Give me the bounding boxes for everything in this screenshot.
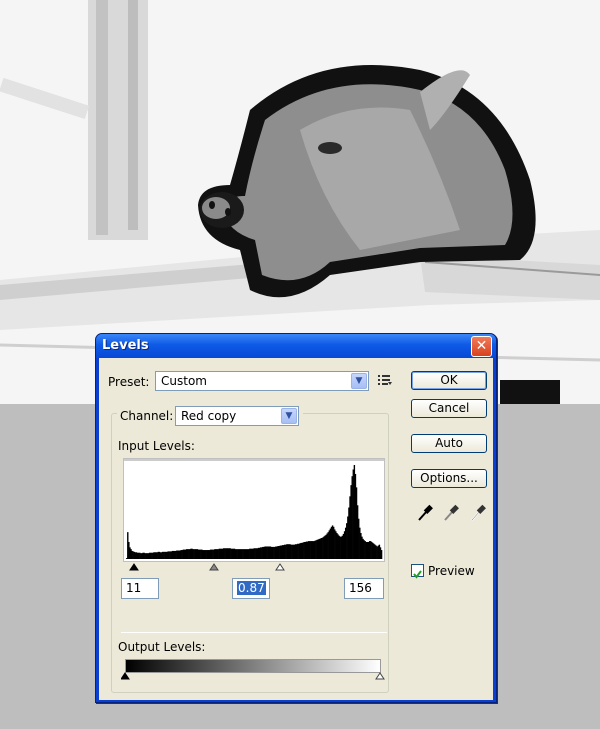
checkmark-icon — [413, 570, 422, 579]
input-gray-slider-handle[interactable] — [209, 563, 219, 571]
input-gamma-value: 0.87 — [237, 581, 266, 595]
input-levels-slider[interactable] — [123, 562, 385, 574]
input-white-slider-handle[interactable] — [275, 563, 285, 571]
channel-value: Red copy — [181, 409, 237, 423]
gray-eyedropper-icon[interactable] — [443, 504, 459, 522]
dialog-titlebar[interactable]: Levels ✕ — [96, 334, 496, 358]
channel-label: Channel: — [120, 409, 174, 423]
input-white-field[interactable]: 156 — [344, 578, 384, 599]
chevron-down-icon[interactable]: ▼ — [281, 408, 297, 424]
output-levels-label: Output Levels: — [118, 640, 206, 654]
histogram-chart — [124, 459, 384, 559]
black-eyedropper-icon[interactable] — [417, 504, 433, 522]
levels-dialog: Levels ✕ Preset: Custom ▼ Channel: Red c… — [95, 333, 497, 703]
cancel-button[interactable]: Cancel — [411, 399, 487, 418]
input-black-slider-handle[interactable] — [129, 563, 139, 571]
preview-label: Preview — [428, 564, 475, 578]
input-black-value: 11 — [126, 581, 142, 595]
output-black-slider-handle[interactable] — [121, 672, 130, 680]
dialog-title: Levels — [102, 338, 149, 353]
input-white-value: 156 — [349, 581, 372, 595]
input-levels-label: Input Levels: — [118, 439, 195, 453]
options-button[interactable]: Options... — [411, 469, 487, 488]
preset-options-icon[interactable] — [378, 374, 392, 386]
channel-dropdown[interactable]: Red copy ▼ — [175, 406, 299, 426]
preview-checkbox[interactable] — [411, 564, 424, 579]
histogram-panel — [123, 458, 385, 562]
auto-button[interactable]: Auto — [411, 434, 487, 453]
preset-value: Custom — [161, 374, 207, 388]
ok-button[interactable]: OK — [411, 371, 487, 390]
input-black-field[interactable]: 11 — [121, 578, 159, 599]
preset-dropdown[interactable]: Custom ▼ — [155, 371, 369, 391]
output-white-slider-handle[interactable] — [375, 672, 385, 680]
close-icon[interactable]: ✕ — [471, 336, 492, 357]
histogram-bar — [380, 550, 383, 559]
preset-label: Preset: — [108, 375, 150, 389]
dialog-client-area: Preset: Custom ▼ Channel: Red copy ▼ Inp… — [99, 358, 493, 700]
levels-separator — [121, 632, 387, 633]
chevron-down-icon[interactable]: ▼ — [351, 373, 367, 389]
channel-legend: Channel: Red copy ▼ — [117, 405, 303, 427]
input-gamma-field[interactable]: 0.87 — [232, 578, 270, 599]
white-eyedropper-icon[interactable] — [470, 504, 486, 522]
output-gradient-bar — [125, 659, 381, 673]
output-levels-slider[interactable] — [121, 672, 387, 682]
